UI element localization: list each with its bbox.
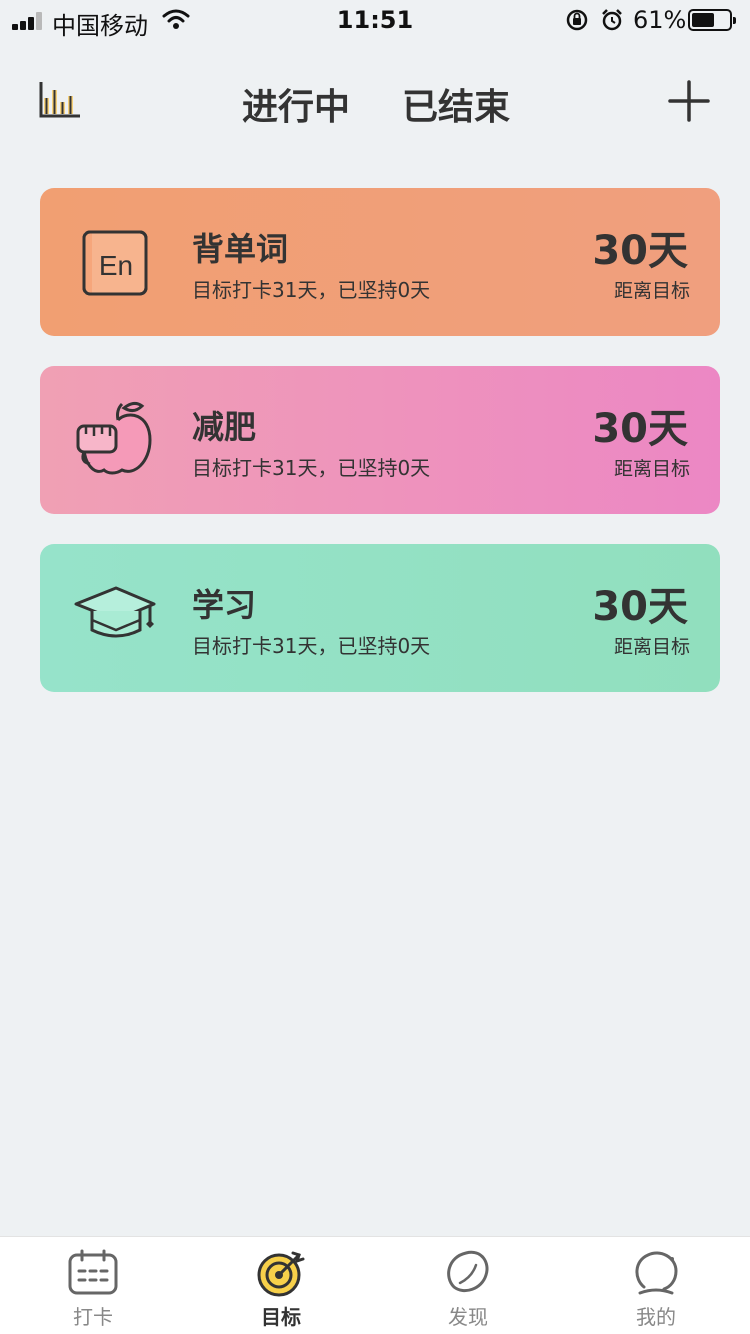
goal-subtitle: 目标打卡31天，已坚持0天 (192, 634, 431, 658)
goal-days-remaining: 30天 (592, 228, 688, 274)
tab-mine-label: 我的 (636, 1305, 676, 1329)
tab-ended[interactable]: 已结束 (402, 78, 510, 130)
goals-screen: 中国移动 11:51 61% 进行中 已结束 En 背单词 目标打卡31天，已坚… (0, 0, 750, 1334)
goal-days-remaining: 30天 (592, 584, 688, 630)
tab-goals[interactable]: 目标 (221, 1249, 341, 1330)
goal-title: 减肥 (192, 408, 257, 446)
target-icon (221, 1249, 341, 1297)
battery-icon (688, 9, 736, 31)
goal-days-remaining: 30天 (592, 406, 688, 452)
planet-icon (408, 1249, 528, 1297)
tab-check-in-label: 打卡 (73, 1305, 113, 1329)
goal-subtitle: 目标打卡31天，已坚持0天 (192, 456, 431, 480)
goal-card-study[interactable]: 学习 目标打卡31天，已坚持0天 30天 距离目标 (40, 544, 720, 692)
goal-card-vocabulary[interactable]: En 背单词 目标打卡31天，已坚持0天 30天 距离目标 (40, 188, 720, 336)
goal-title: 背单词 (192, 230, 289, 268)
calendar-icon (33, 1249, 153, 1297)
apple-scale-icon (70, 396, 160, 486)
profile-icon (596, 1249, 716, 1297)
goal-days-caption: 距离目标 (613, 458, 690, 480)
tab-check-in[interactable]: 打卡 (33, 1249, 153, 1330)
tab-discover-label: 发现 (448, 1305, 488, 1329)
tab-in-progress[interactable]: 进行中 (242, 78, 351, 136)
bar-chart-icon[interactable] (38, 80, 82, 124)
rotation-lock-icon (565, 8, 589, 38)
battery-percentage: 61% (633, 6, 687, 34)
goal-list: En 背单词 目标打卡31天，已坚持0天 30天 距离目标 减肥 目标打卡31天… (40, 188, 720, 722)
header: 进行中 已结束 (0, 60, 750, 140)
svg-text:En: En (99, 250, 133, 281)
tab-ended-label: 已结束 (402, 87, 511, 128)
goal-card-lose-weight[interactable]: 减肥 目标打卡31天，已坚持0天 30天 距离目标 (40, 366, 720, 514)
english-en-icon: En (70, 218, 160, 308)
status-bar: 中国移动 11:51 61% (0, 0, 750, 40)
tab-in-progress-label: 进行中 (242, 87, 351, 128)
tab-mine[interactable]: 我的 (596, 1249, 716, 1330)
bottom-tab-bar: 打卡 目标 发现 我的 (0, 1236, 750, 1334)
goal-subtitle: 目标打卡31天，已坚持0天 (192, 278, 431, 302)
goal-title: 学习 (192, 586, 257, 624)
plus-icon[interactable] (668, 80, 710, 126)
goal-days-caption: 距离目标 (613, 280, 690, 302)
tab-discover[interactable]: 发现 (408, 1249, 528, 1330)
tab-goals-label: 目标 (261, 1305, 301, 1329)
goal-days-caption: 距离目标 (613, 636, 690, 658)
alarm-icon (600, 8, 624, 38)
graduation-cap-icon (70, 574, 160, 664)
